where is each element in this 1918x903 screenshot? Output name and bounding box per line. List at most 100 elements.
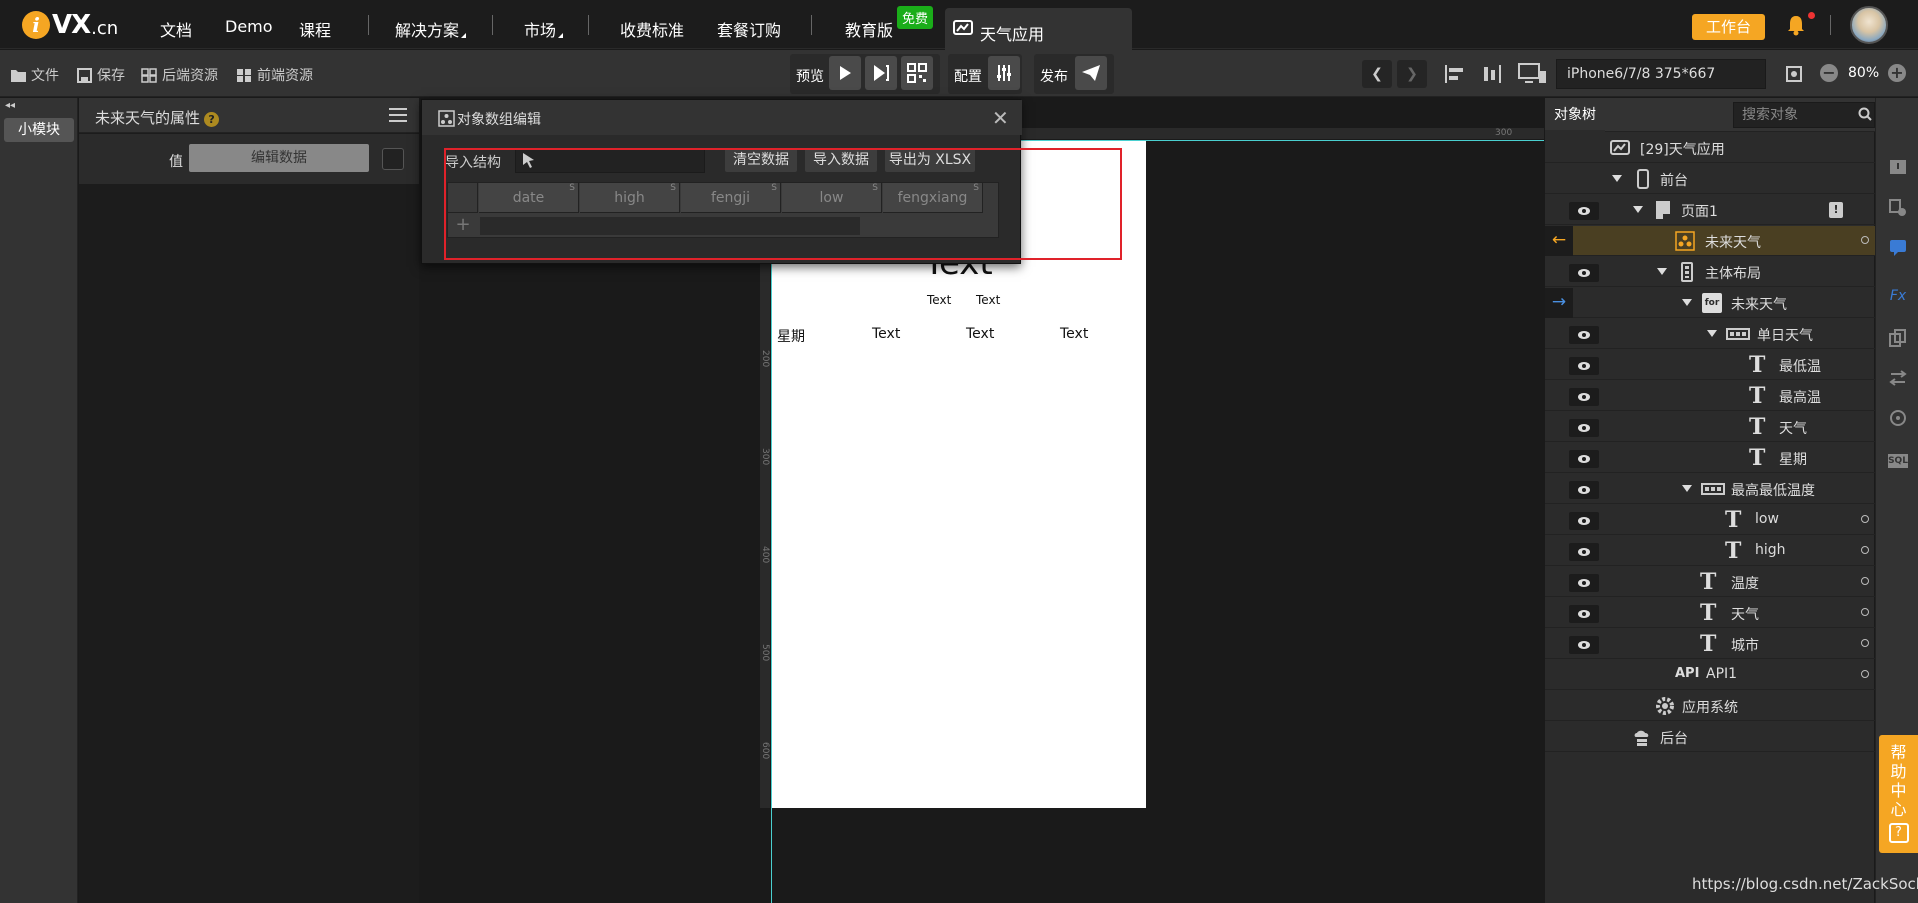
visibility-eye-icon[interactable] [1569,357,1599,375]
back-button[interactable]: ❮ [1362,60,1392,88]
qr-code-button[interactable] [901,56,933,90]
play-button[interactable] [829,56,861,90]
nav-courses[interactable]: 课程 [299,17,331,41]
copy-icon[interactable] [382,148,404,170]
screenshot-icon[interactable] [1784,64,1804,84]
function-icon[interactable]: Fx [1888,288,1908,308]
forward-button[interactable]: ❯ [1397,60,1427,88]
visibility-eye-icon[interactable] [1569,574,1599,592]
preview-cell[interactable]: Text [872,326,900,342]
tree-node-frontend[interactable]: 前台 [1545,164,1875,194]
workbench-button[interactable]: 工作台 [1692,14,1765,40]
swap-icon[interactable] [1888,368,1908,388]
refresh-icon[interactable] [1888,408,1908,428]
play-step-button[interactable] [865,56,897,90]
expand-arrow-icon[interactable] [1633,206,1643,213]
align-vertical-icon[interactable] [1480,64,1502,84]
avatar[interactable] [1850,6,1888,44]
nav-solutions[interactable]: 解决方案 [395,17,467,41]
backend-resources-label: 后端资源 [162,68,218,84]
app-tab[interactable]: 天气应用 [945,8,1132,50]
publish-button[interactable] [1075,56,1107,90]
tree-node-low[interactable]: T low [1545,505,1875,535]
collapse-icon[interactable]: ◂◂ [5,100,15,111]
tree-node-city[interactable]: T 城市 [1545,629,1875,659]
tree-node-weather[interactable]: T 天气 [1545,412,1875,442]
copy-layers-icon[interactable] [1888,328,1908,348]
tree-node-max-temp[interactable]: T 最高温 [1545,381,1875,411]
align-left-icon[interactable] [1444,64,1466,84]
info-panel-icon[interactable] [1888,158,1908,178]
tree-node-high[interactable]: T high [1545,536,1875,566]
component-icon[interactable] [1888,198,1908,218]
preview-cell[interactable]: Text [1060,326,1088,342]
preview-cell[interactable]: Text [966,326,994,342]
visibility-eye-icon[interactable] [1569,605,1599,623]
nav-docs[interactable]: 文档 [160,17,192,41]
visibility-eye-icon[interactable] [1569,419,1599,437]
tree-node-min-temp[interactable]: T 最低温 [1545,350,1875,380]
visibility-eye-icon[interactable] [1569,481,1599,499]
nav-plans[interactable]: 套餐订购 [717,17,781,41]
visibility-eye-icon[interactable] [1569,202,1599,220]
arrow-right-icon[interactable]: → [1545,288,1573,318]
tree-node-main-layout[interactable]: 主体布局 [1545,257,1875,287]
help-center-button[interactable]: 帮助中心 ? [1879,735,1918,853]
tree-node-app[interactable]: [29]天气应用 [1545,133,1875,163]
expand-arrow-icon[interactable] [1682,299,1692,306]
tree-node-backend[interactable]: 后台 [1545,722,1875,752]
ivx-logo[interactable]: i VX .cn [22,10,118,40]
expand-arrow-icon[interactable] [1682,485,1692,492]
backend-resources-button[interactable]: 后端资源 [141,65,218,85]
search-icon[interactable] [1858,107,1872,121]
zoom-out-button[interactable]: − [1820,64,1838,82]
expand-arrow-icon[interactable] [1707,330,1717,337]
edit-data-button[interactable]: 编辑数据 [189,144,369,172]
zoom-in-button[interactable]: + [1888,64,1906,82]
bell-icon[interactable] [1786,14,1806,36]
info-icon[interactable]: ! [1829,202,1843,218]
help-icon[interactable]: ? [204,112,220,127]
tree-node-future-weather-selected[interactable]: ← 未来天气 [1545,226,1875,256]
visibility-eye-icon[interactable] [1569,326,1599,344]
tree-node-weather-text[interactable]: T 天气 [1545,598,1875,628]
nav-education[interactable]: 教育版 [845,17,893,41]
nav-demo[interactable]: Demo [225,17,273,36]
nav-market[interactable]: 市场 [524,17,564,41]
config-button[interactable] [988,56,1020,90]
arrow-left-icon[interactable]: ← [1545,226,1573,256]
expand-arrow-icon[interactable] [1657,268,1667,275]
tree-node-app-system[interactable]: 应用系统 [1545,691,1875,721]
frontend-resources-button[interactable]: 前端资源 [236,65,313,85]
visibility-eye-icon[interactable] [1569,543,1599,561]
search-input[interactable]: 搜索对象 [1733,102,1875,128]
visibility-eye-icon[interactable] [1569,512,1599,530]
visibility-eye-icon[interactable] [1569,388,1599,406]
tab-object-tree[interactable]: 对象树 [1545,98,1605,132]
close-icon[interactable]: ✕ [992,106,1009,130]
tree-node-temperature[interactable]: T 温度 [1545,567,1875,597]
logo-text: VX [52,10,91,40]
nav-pricing[interactable]: 收费标准 [620,17,684,41]
device-select[interactable]: iPhone6/7/8 375*667 [1556,59,1766,89]
save-button[interactable]: 保存 [76,65,125,85]
tree-node-weekday[interactable]: T 星期 [1545,443,1875,473]
file-button[interactable]: 文件 [10,65,59,85]
visibility-eye-icon[interactable] [1569,450,1599,468]
preview-weekday[interactable]: 星期 [777,326,805,346]
tree-node-high-low-temp[interactable]: 最高最低温度 [1545,474,1875,504]
menu-icon[interactable] [389,108,407,122]
preview-subtext[interactable]: Text [976,293,1000,307]
sql-icon[interactable]: SQL [1888,454,1908,468]
tree-node-for-loop[interactable]: → for 未来天气 [1545,288,1875,318]
preview-subtext[interactable]: Text [927,293,951,307]
visibility-eye-icon[interactable] [1569,264,1599,282]
event-icon[interactable] [1888,238,1908,258]
tree-node-page1[interactable]: 页面1 ! [1545,195,1875,225]
visibility-eye-icon[interactable] [1569,636,1599,654]
tree-node-api1[interactable]: API API1 [1545,660,1875,690]
expand-arrow-icon[interactable] [1612,175,1622,182]
device-icon[interactable] [1518,62,1548,86]
tab-modules[interactable]: 小模块 [4,118,74,142]
tree-node-daily-weather[interactable]: 单日天气 [1545,319,1875,349]
